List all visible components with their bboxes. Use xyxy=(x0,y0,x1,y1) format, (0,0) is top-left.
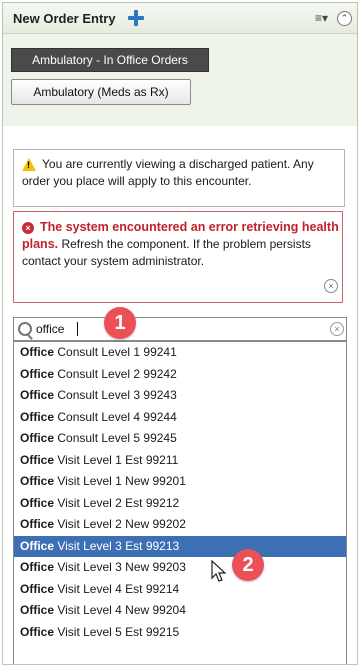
result-item[interactable]: Office Consult Level 3 99243 xyxy=(14,385,346,407)
text-caret xyxy=(77,322,78,336)
result-match-text: Office xyxy=(20,474,55,488)
result-item[interactable]: Office Consult Level 4 99244 xyxy=(14,407,346,429)
result-rest-text: Visit Level 1 New 99201 xyxy=(54,474,186,488)
result-item[interactable]: Office Visit Level 2 Est 99212 xyxy=(14,493,346,515)
tab-ambulatory-in-office[interactable]: Ambulatory - In Office Orders xyxy=(11,48,209,72)
result-item[interactable]: Office Consult Level 5 99245 xyxy=(14,428,346,450)
search-icon xyxy=(18,322,32,336)
plus-icon[interactable] xyxy=(127,9,145,27)
result-match-text: Office xyxy=(20,538,55,553)
result-item[interactable]: Office Visit Level 5 Est 99215 xyxy=(14,622,346,644)
result-item[interactable]: Office Visit Level 1 Est 99211 xyxy=(14,450,346,472)
panel-header: New Order Entry ≡▾ ⌃ xyxy=(3,3,357,34)
order-search-input[interactable]: office × xyxy=(13,317,347,341)
result-match-text: Office xyxy=(20,560,55,574)
result-item[interactable]: Office Visit Level 4 New 99204 xyxy=(14,600,346,622)
search-results-list: Office Consult Level 1 99241 Office Consu… xyxy=(13,341,347,664)
discharged-patient-warning: ! You are currently viewing a discharged… xyxy=(13,149,345,207)
result-match-text: Office xyxy=(20,431,55,445)
tab-ambulatory-meds-as-rx[interactable]: Ambulatory (Meds as Rx) xyxy=(11,79,191,105)
result-rest-text: Visit Level 3 Est 99213 xyxy=(54,538,180,553)
result-match-text: Office xyxy=(20,581,55,596)
result-match-text: Office xyxy=(20,624,55,639)
health-plan-error: × The system encountered an error retrie… xyxy=(13,211,343,303)
result-item[interactable]: Office Visit Level 1 New 99201 xyxy=(14,471,346,493)
result-match-text: Office xyxy=(20,409,55,424)
result-item[interactable]: Office Visit Level 4 Est 99214 xyxy=(14,579,346,601)
result-match-text: Office xyxy=(20,603,55,617)
result-rest-text: Visit Level 5 Est 99215 xyxy=(54,624,180,639)
result-rest-text: Consult Level 5 99245 xyxy=(54,431,177,445)
panel-title: New Order Entry xyxy=(13,11,116,26)
result-rest-text: Visit Level 2 New 99202 xyxy=(54,517,186,531)
result-match-text: Office xyxy=(20,495,55,510)
result-item[interactable]: Office Consult Level 1 99241 xyxy=(14,342,346,364)
result-match-text: Office xyxy=(20,452,55,467)
close-circle-icon[interactable]: × xyxy=(324,279,338,293)
result-rest-text: Visit Level 3 New 99203 xyxy=(54,560,186,574)
result-item[interactable]: Office Visit Level 3 New 99203 xyxy=(14,557,346,579)
warning-text: You are currently viewing a discharged p… xyxy=(22,157,314,188)
search-value[interactable]: office xyxy=(36,322,64,336)
result-match-text: Office xyxy=(20,345,55,359)
order-tabs: Ambulatory - In Office Orders Ambulatory… xyxy=(3,34,357,126)
step-callout-1: 1 xyxy=(104,307,136,339)
step-callout-2: 2 xyxy=(232,549,264,581)
result-rest-text: Visit Level 4 Est 99214 xyxy=(54,581,180,596)
result-item[interactable]: Office Consult Level 2 99242 xyxy=(14,364,346,386)
new-order-entry-panel: New Order Entry ≡▾ ⌃ Ambulatory - In Off… xyxy=(2,2,358,665)
result-rest-text: Consult Level 3 99243 xyxy=(54,388,177,402)
menu-icon[interactable]: ≡▾ xyxy=(315,10,337,26)
result-match-text: Office xyxy=(20,388,55,402)
result-match-text: Office xyxy=(20,517,55,531)
result-rest-text: Visit Level 1 Est 99211 xyxy=(54,452,179,467)
result-rest-text: Consult Level 1 99241 xyxy=(54,345,177,359)
result-rest-text: Consult Level 2 99242 xyxy=(54,366,177,381)
mouse-cursor-icon xyxy=(211,560,227,582)
result-item[interactable]: Office Visit Level 2 New 99202 xyxy=(14,514,346,536)
result-item[interactable]: Office Visit Level 3 Est 99213 xyxy=(14,535,346,557)
result-rest-text: Visit Level 2 Est 99212 xyxy=(54,495,180,510)
result-match-text: Office xyxy=(20,366,55,381)
clear-circle-icon[interactable]: × xyxy=(330,322,344,336)
error-message: The system encountered an error retrievi… xyxy=(22,219,340,270)
chevron-up-circle-icon[interactable]: ⌃ xyxy=(337,11,352,26)
result-rest-text: Consult Level 4 99244 xyxy=(54,409,177,424)
result-rest-text: Visit Level 4 New 99204 xyxy=(54,603,186,617)
error-body: Refresh the component. If the problem pe… xyxy=(22,237,311,268)
